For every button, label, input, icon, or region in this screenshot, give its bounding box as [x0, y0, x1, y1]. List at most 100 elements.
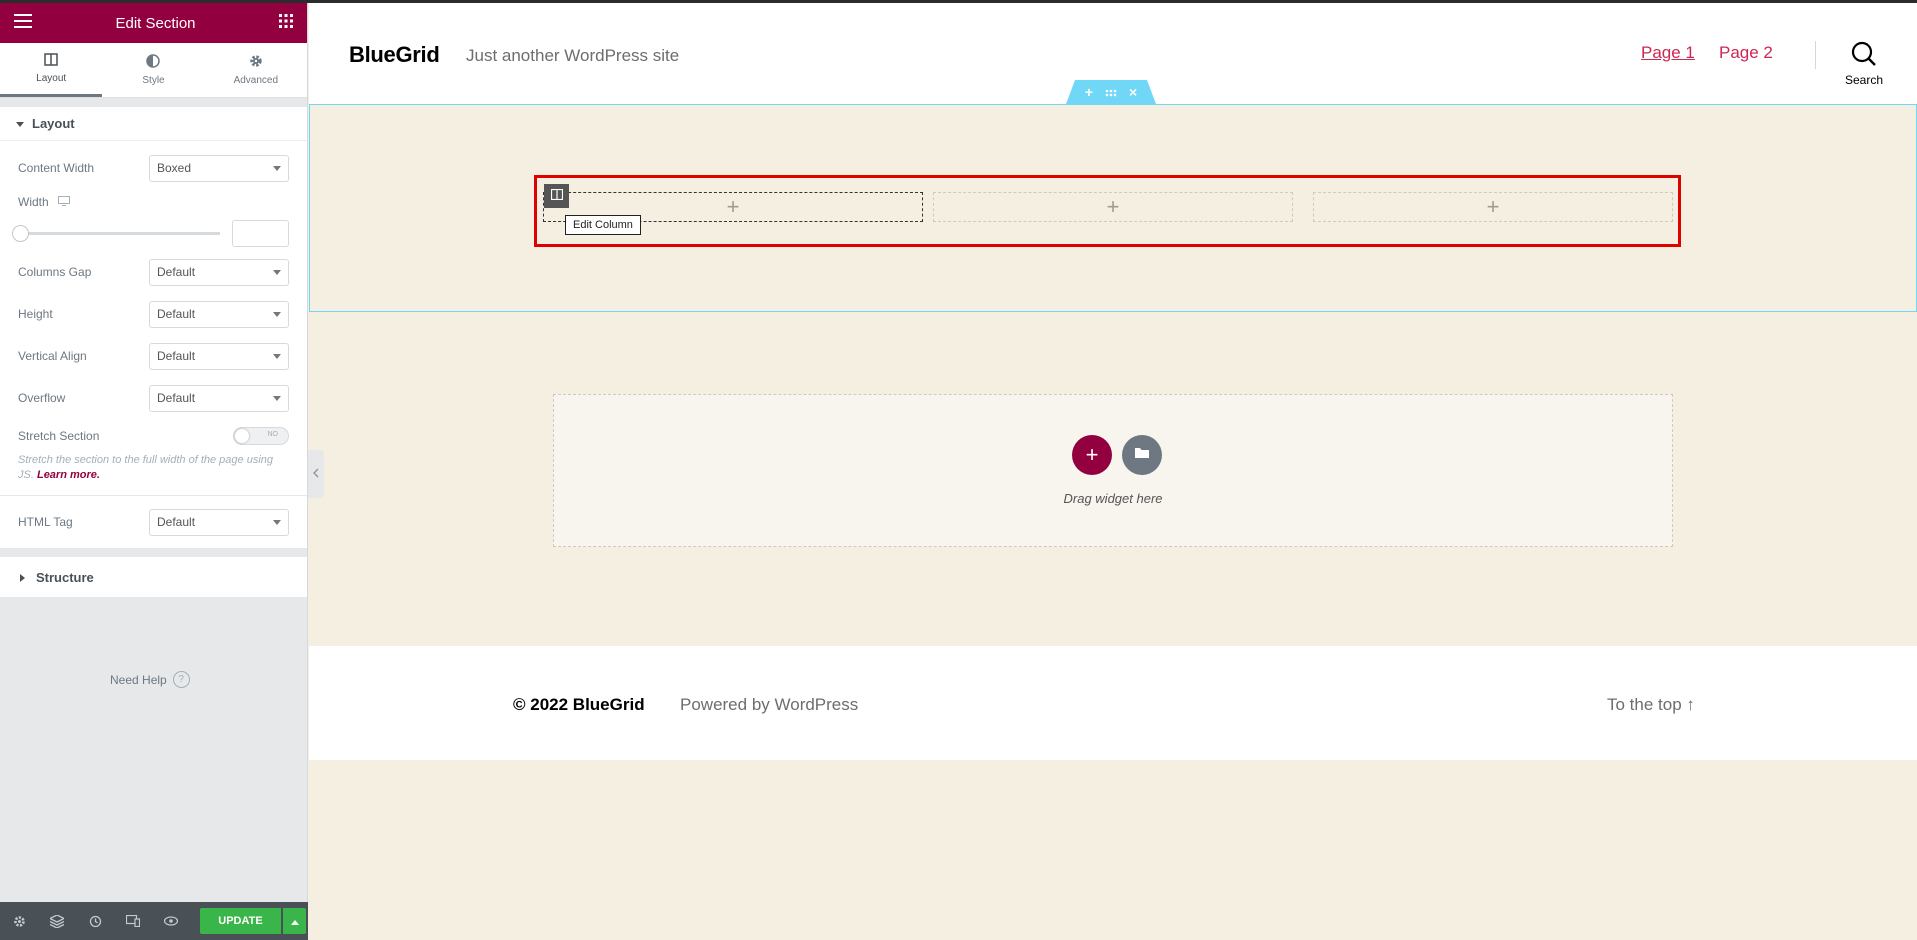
layout-section: Layout Content Width Boxed Width Columns…: [0, 107, 307, 548]
height-label: Height: [18, 307, 53, 321]
folder-icon: [1134, 446, 1150, 464]
history-icon[interactable]: [86, 912, 104, 930]
learn-more-link[interactable]: Learn more.: [37, 469, 100, 481]
add-new-section-button[interactable]: +: [1072, 435, 1112, 475]
overflow-control: Overflow Default: [0, 377, 307, 419]
add-widget-icon[interactable]: +: [1107, 194, 1120, 220]
need-help-link[interactable]: Need Help ?: [110, 671, 190, 688]
caret-right-icon: [20, 570, 26, 585]
overflow-select[interactable]: Default: [149, 384, 289, 412]
search-label: Search: [1845, 73, 1884, 87]
edit-column-tooltip: Edit Column: [565, 215, 641, 235]
responsive-mode-icon[interactable]: [124, 912, 142, 930]
stretch-description: Stretch the section to the full width of…: [18, 454, 273, 481]
caret-down-icon: [16, 116, 24, 131]
slider-handle[interactable]: [12, 224, 29, 242]
tab-style-label: Style: [142, 75, 165, 86]
add-section-icon[interactable]: +: [1085, 84, 1093, 100]
tab-advanced[interactable]: Advanced: [205, 43, 307, 97]
vertical-align-control: Vertical Align Default: [0, 335, 307, 377]
tab-style[interactable]: Style: [102, 43, 204, 97]
editor-panel: Edit Section Layout Style Advanced Layou…: [0, 3, 308, 940]
update-group: UPDATE: [200, 908, 306, 934]
layout-section-title: Layout: [32, 116, 75, 131]
chevron-down-icon: [273, 311, 281, 317]
widgets-grid-icon[interactable]: [278, 13, 293, 33]
columns-gap-label: Columns Gap: [18, 265, 92, 279]
panel-tabs: Layout Style Advanced: [0, 43, 307, 98]
width-number-input[interactable]: [232, 219, 289, 247]
search-toggle[interactable]: Search: [1845, 41, 1883, 87]
add-widget-icon[interactable]: +: [727, 194, 740, 220]
html-tag-label: HTML Tag: [18, 515, 73, 529]
plus-icon: +: [1085, 442, 1099, 467]
header-divider: [1815, 41, 1816, 69]
column-2[interactable]: +: [933, 192, 1293, 222]
footer-copyright[interactable]: © 2022 BlueGrid: [513, 695, 645, 715]
tab-layout-label: Layout: [36, 73, 67, 84]
add-widget-icon[interactable]: +: [1487, 194, 1500, 220]
columns-gap-select[interactable]: Default: [149, 258, 289, 286]
content-width-control: Content Width Boxed: [0, 147, 307, 189]
site-footer: © 2022 BlueGrid Powered by WordPress To …: [309, 646, 1917, 760]
nav-page-1[interactable]: Page 1: [1641, 43, 1695, 63]
panel-footer: UPDATE: [0, 902, 308, 940]
width-slider[interactable]: [12, 224, 220, 242]
structure-title: Structure: [36, 569, 94, 585]
column-3[interactable]: +: [1313, 192, 1673, 222]
html-tag-control: HTML Tag Default: [0, 496, 307, 548]
column-icon: [550, 187, 563, 205]
section-handle: + ×: [1066, 80, 1156, 104]
height-select[interactable]: Default: [149, 300, 289, 328]
structure-section-header[interactable]: Structure: [0, 557, 307, 597]
layout-icon: [44, 53, 58, 69]
content-width-select[interactable]: Boxed: [149, 154, 289, 182]
to-the-top-link[interactable]: To the top ↑: [1607, 695, 1695, 715]
width-control: Width: [0, 189, 307, 215]
chevron-down-icon: [273, 269, 281, 275]
chevron-left-icon: [313, 465, 319, 483]
panel-header: Edit Section: [0, 3, 307, 43]
panel-title: Edit Section: [115, 14, 196, 32]
drop-zone-text: Drag widget here: [1063, 491, 1163, 506]
layers-icon[interactable]: [48, 912, 66, 930]
content-width-label: Content Width: [18, 161, 95, 175]
update-button[interactable]: UPDATE: [200, 908, 281, 934]
question-icon: ?: [172, 671, 190, 688]
close-icon[interactable]: ×: [1129, 84, 1137, 100]
overflow-label: Overflow: [18, 391, 66, 405]
columns-gap-control: Columns Gap Default: [0, 251, 307, 293]
tab-advanced-label: Advanced: [233, 75, 279, 86]
column-edit-handle[interactable]: [544, 184, 569, 208]
caret-up-icon: [290, 912, 299, 930]
nav-page-2[interactable]: Page 2: [1719, 43, 1773, 63]
footer-powered-by[interactable]: Powered by WordPress: [680, 695, 858, 715]
gear-icon: [249, 54, 263, 71]
panel-collapse-button[interactable]: [308, 450, 324, 498]
html-tag-select[interactable]: Default: [149, 508, 289, 536]
site-logo[interactable]: BlueGrid: [349, 42, 440, 68]
tab-layout[interactable]: Layout: [0, 43, 103, 97]
settings-icon[interactable]: [10, 912, 28, 930]
desktop-icon[interactable]: [57, 195, 70, 209]
layout-section-header[interactable]: Layout: [0, 107, 307, 141]
vertical-align-select[interactable]: Default: [149, 342, 289, 370]
eye-icon[interactable]: [162, 912, 180, 930]
height-control: Height Default: [0, 293, 307, 335]
hamburger-menu-icon[interactable]: [14, 13, 32, 33]
chevron-down-icon: [273, 519, 281, 525]
vertical-align-label: Vertical Align: [18, 349, 87, 363]
site-tagline: Just another WordPress site: [466, 46, 680, 65]
stretch-section-label: Stretch Section: [18, 429, 100, 443]
drag-handle-icon[interactable]: [1105, 84, 1117, 100]
add-template-button[interactable]: [1122, 435, 1162, 475]
update-options-button[interactable]: [283, 908, 306, 934]
chevron-down-icon: [273, 353, 281, 359]
widget-drop-zone[interactable]: + Drag widget here: [553, 394, 1673, 547]
chevron-down-icon: [273, 395, 281, 401]
chevron-down-icon: [273, 165, 281, 171]
stretch-section-toggle[interactable]: NO: [233, 427, 289, 445]
contrast-icon: [146, 54, 161, 71]
stretch-section-control: Stretch Section NO: [0, 419, 307, 453]
width-label: Width: [18, 195, 49, 209]
